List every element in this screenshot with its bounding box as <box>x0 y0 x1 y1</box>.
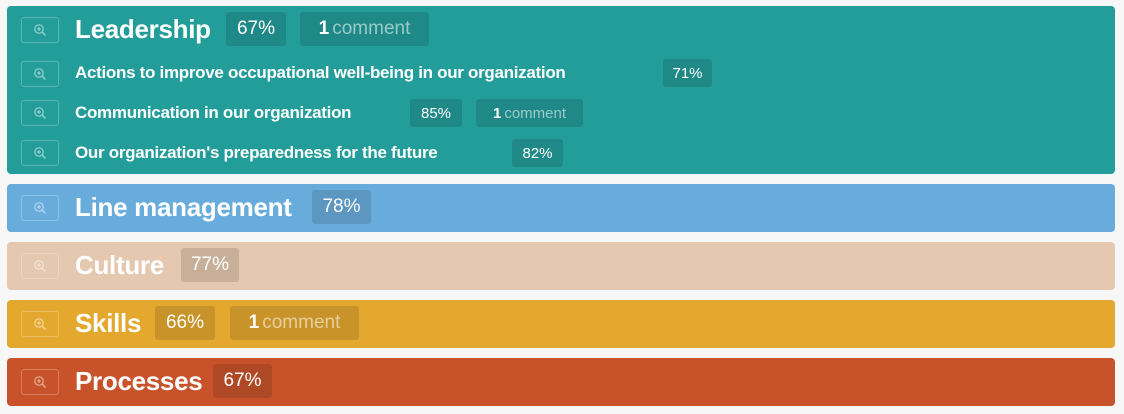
zoom-in-icon <box>34 147 47 160</box>
zoom-button[interactable] <box>21 195 59 221</box>
zoom-in-icon <box>34 68 47 81</box>
category-title: Skills <box>75 308 142 338</box>
zoom-in-icon <box>34 260 47 273</box>
zoom-in-icon <box>34 376 47 389</box>
zoom-button[interactable] <box>21 311 59 337</box>
zoom-in-icon <box>34 202 47 215</box>
zoom-button[interactable] <box>21 61 59 87</box>
comment-badge[interactable]: 1 comment <box>300 12 429 46</box>
percent-badge: 71% <box>663 59 712 87</box>
zoom-in-icon <box>34 107 47 120</box>
comment-label: comment <box>262 312 341 333</box>
zoom-in-icon <box>34 318 47 331</box>
zoom-button[interactable] <box>21 140 59 166</box>
category-processes: Processes 67% <box>7 358 1115 406</box>
comment-badge[interactable]: 1 comment <box>230 306 359 340</box>
category-title: Processes <box>75 366 203 396</box>
percent-badge: 77% <box>181 248 239 282</box>
comment-count: 1 <box>318 18 330 39</box>
percent-badge: 66% <box>155 306 215 340</box>
category-leadership: Leadership 67% 1 comment Actions to impr… <box>7 6 1115 174</box>
zoom-button[interactable] <box>21 253 59 279</box>
comment-count: 1 <box>492 104 502 122</box>
item-title: Communication in our organization <box>75 103 352 122</box>
comment-badge[interactable]: 1 comment <box>476 99 583 127</box>
zoom-button[interactable] <box>21 100 59 126</box>
zoom-button[interactable] <box>21 369 59 395</box>
zoom-button[interactable] <box>21 17 59 43</box>
category-culture: Culture 77% <box>7 242 1115 290</box>
percent-badge: 85% <box>410 99 462 127</box>
item-title: Our organization's preparedness for the … <box>75 143 438 162</box>
category-title: Line management <box>75 192 292 222</box>
category-skills: Skills 66% 1 comment <box>7 300 1115 348</box>
percent-badge: 67% <box>226 12 286 46</box>
category-title: Leadership <box>75 14 211 44</box>
percent-badge: 82% <box>512 139 563 167</box>
item-title: Actions to improve occupational well-bei… <box>75 63 566 82</box>
comment-label: comment <box>504 104 567 122</box>
category-title: Culture <box>75 250 164 280</box>
zoom-in-icon <box>34 24 47 37</box>
category-line-management: Line management 78% <box>7 184 1115 232</box>
category-list: Leadership 67% 1 comment Actions to impr… <box>0 0 1124 414</box>
percent-badge: 78% <box>312 190 371 224</box>
comment-label: comment <box>332 18 411 39</box>
percent-badge: 67% <box>213 364 272 398</box>
comment-count: 1 <box>248 312 260 333</box>
